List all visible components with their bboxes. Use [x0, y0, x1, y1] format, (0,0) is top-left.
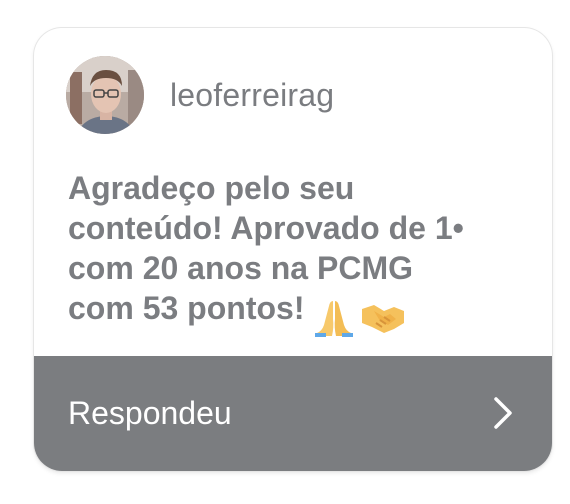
- comment-header: leoferreirag: [34, 28, 552, 150]
- comment-message: Agradeço pelo seu conteúdo! Aprovado de …: [68, 168, 528, 337]
- emoji-group: [312, 294, 410, 337]
- comment-card: leoferreirag Agradeço pelo seu conteúdo!…: [34, 28, 552, 471]
- folded-hands-icon: [315, 300, 354, 337]
- reply-label: Respondeu: [68, 395, 232, 431]
- reply-bar[interactable]: Respondeu: [34, 356, 552, 471]
- user-avatar-photo-icon: [66, 56, 144, 134]
- username[interactable]: leoferreirag: [170, 75, 334, 115]
- handshake-icon: [362, 304, 405, 333]
- chevron-right-icon: [494, 397, 512, 429]
- avatar[interactable]: [66, 56, 144, 134]
